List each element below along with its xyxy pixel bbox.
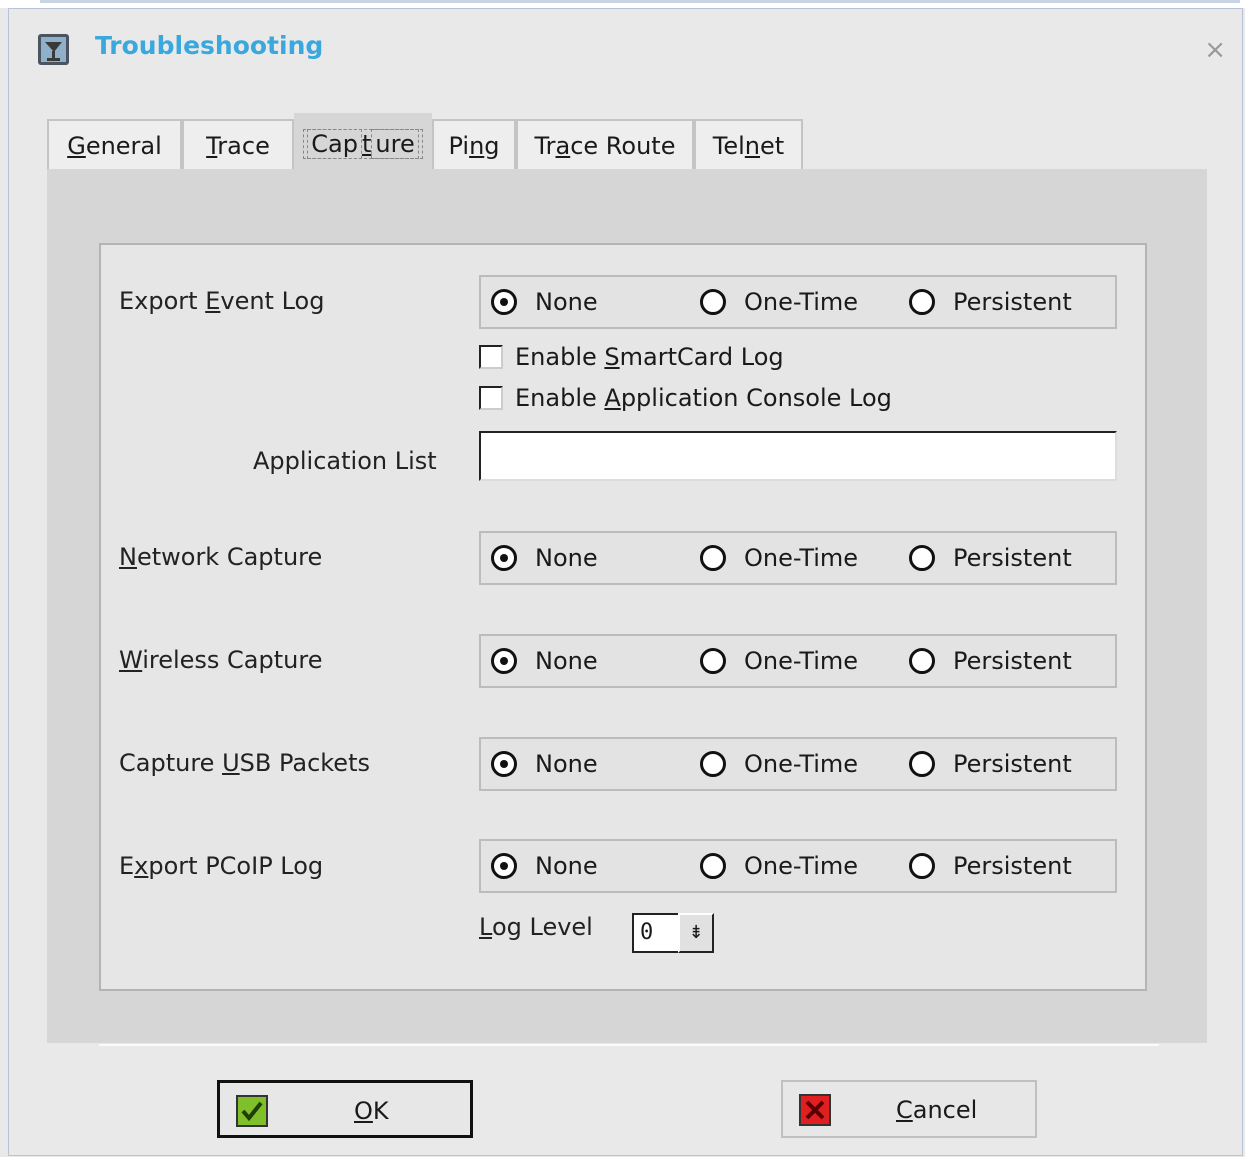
network-capture-label: Network Capture bbox=[119, 543, 323, 571]
wireless-capture-label: Wireless Capture bbox=[119, 646, 323, 674]
title-bar: Troubleshooting × bbox=[9, 9, 1242, 89]
chevron-down-icon[interactable]: ⇟ bbox=[678, 913, 714, 953]
capture-tab-panel: Export Event Log None One-Time Persisten… bbox=[47, 169, 1207, 1043]
close-icon[interactable]: × bbox=[1204, 35, 1226, 65]
checkmark-icon bbox=[236, 1095, 268, 1127]
application-list-input[interactable] bbox=[479, 431, 1117, 481]
log-level-value[interactable]: 0 bbox=[632, 913, 678, 953]
divider bbox=[99, 1044, 1159, 1046]
cancel-x-icon bbox=[799, 1094, 831, 1126]
dialog-title: Troubleshooting bbox=[95, 31, 324, 60]
export-event-log-label: Export Event Log bbox=[119, 287, 325, 315]
network-capture-options: None One-Time Persistent bbox=[479, 531, 1117, 585]
capture-usb-packets-options: None One-Time Persistent bbox=[479, 737, 1117, 791]
ok-button[interactable]: OK bbox=[217, 1080, 473, 1138]
tab-ping[interactable]: Ping bbox=[432, 119, 516, 171]
export-pcoip-log-options: None One-Time Persistent bbox=[479, 839, 1117, 893]
tab-telnet[interactable]: Telnet bbox=[694, 119, 803, 171]
troubleshooting-dialog: Troubleshooting × General Trace Cap t ure … bbox=[8, 8, 1243, 1156]
application-list-label: Application List bbox=[253, 447, 437, 475]
network-tool-icon bbox=[38, 34, 69, 65]
export-event-log-options: None One-Time Persistent bbox=[479, 275, 1117, 329]
tab-capture[interactable]: Cap t ure bbox=[294, 113, 432, 173]
log-level-spinner[interactable]: 0 ⇟ bbox=[632, 913, 716, 953]
export-pcoip-log-label: Export PCoIP Log bbox=[119, 852, 324, 880]
tab-trace[interactable]: Trace bbox=[182, 119, 294, 171]
capture-usb-packets-label: Capture USB Packets bbox=[119, 749, 370, 777]
capture-settings-group: Export Event Log None One-Time Persisten… bbox=[99, 243, 1147, 991]
cancel-button[interactable]: Cancel bbox=[781, 1080, 1037, 1138]
tab-trace-route[interactable]: Trace Route bbox=[516, 119, 694, 171]
tab-general[interactable]: General bbox=[47, 119, 182, 171]
wireless-capture-options: None One-Time Persistent bbox=[479, 634, 1117, 688]
log-level-label: Log Level bbox=[479, 913, 593, 941]
